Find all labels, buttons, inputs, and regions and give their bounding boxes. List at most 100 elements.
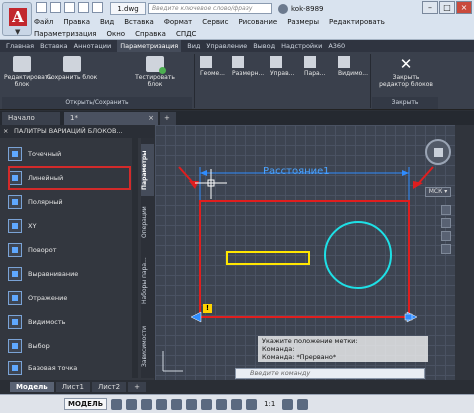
tab-insert[interactable]: Вставка — [40, 40, 68, 52]
dimensional-panel-button[interactable]: Размерн... — [232, 56, 264, 77]
palette-item-visibility[interactable]: Видимость — [8, 311, 130, 333]
tab-addins[interactable]: Надстройки — [281, 40, 322, 52]
customize-icon[interactable] — [297, 398, 309, 410]
close-icon[interactable]: × — [148, 112, 154, 124]
annotation-scale[interactable]: 1:1 — [261, 400, 278, 408]
edit-block-button[interactable]: Редактировать блок — [4, 56, 52, 88]
menu-item-help[interactable]: Справка — [135, 29, 166, 39]
orbit-icon[interactable] — [441, 231, 451, 241]
palette-item-flip[interactable]: Отражение — [8, 287, 130, 309]
geometric-panel-button[interactable]: Геоме... — [200, 56, 225, 77]
menu-item-window[interactable]: Окно — [106, 29, 125, 39]
visibility-panel-button[interactable]: Видимо... — [338, 56, 368, 77]
pan-icon[interactable] — [441, 205, 451, 215]
new-tab-button[interactable]: + — [160, 112, 176, 125]
snap-icon[interactable] — [126, 398, 138, 410]
new-icon[interactable] — [36, 2, 47, 13]
tab-home[interactable]: Главная — [6, 40, 34, 52]
user-account[interactable]: kok-8989 — [278, 2, 323, 15]
tab-start[interactable]: Начало — [2, 112, 60, 125]
vertical-scrollbar[interactable] — [455, 125, 474, 380]
cyan-circle[interactable] — [324, 221, 392, 289]
polar-icon[interactable] — [156, 398, 168, 410]
ucs-dropdown[interactable]: МСК ▾ — [425, 187, 451, 197]
palette-title: ПАЛИТРЫ ВАРИАЦИЙ БЛОКОВ... — [14, 127, 123, 135]
menu-item-format[interactable]: Формат — [164, 17, 192, 27]
menu-item-tools[interactable]: Сервис — [202, 17, 228, 27]
dimension-label[interactable]: Расстояние1 — [263, 166, 330, 177]
close-block-editor-button[interactable]: ✕ Закрыть редактор блоков — [378, 56, 434, 88]
otrack-icon[interactable] — [186, 398, 198, 410]
menu-item-view[interactable]: Вид — [100, 17, 114, 27]
tab-document[interactable]: 1* × — [64, 112, 158, 125]
yellow-slot[interactable] — [226, 251, 310, 265]
model-space-button[interactable]: МОДЕЛЬ — [64, 398, 108, 410]
grip-square[interactable] — [404, 313, 413, 321]
ribbon-tabs: Главная Вставка Аннотации Параметризация… — [0, 40, 474, 52]
close-button[interactable]: × — [456, 1, 472, 14]
palette-item-alignment[interactable]: Выравнивание — [8, 263, 130, 285]
warning-icon[interactable]: ! — [203, 304, 212, 313]
undo-icon[interactable] — [78, 2, 89, 13]
viewcube[interactable] — [425, 139, 451, 165]
tab-output[interactable]: Вывод — [253, 40, 275, 52]
showmotion-icon[interactable] — [441, 244, 451, 254]
save-block-button[interactable]: Сохранить блок — [44, 56, 100, 81]
menu-item-dimension[interactable]: Размеры — [287, 17, 319, 27]
test-block-button[interactable]: Тестировать блок — [128, 56, 182, 88]
tab-layout2[interactable]: Лист2 — [91, 382, 127, 392]
palette-scrollbar[interactable] — [132, 138, 138, 378]
menu-item-parametric[interactable]: Параметризация — [34, 29, 96, 39]
menu-item-modify[interactable]: Редактировать — [329, 17, 385, 27]
zoom-icon[interactable] — [441, 218, 451, 228]
tab-parametric[interactable]: Параметризация — [117, 40, 182, 52]
palette-item-polar[interactable]: Полярный — [8, 191, 130, 213]
palette-item-lookup[interactable]: Выбор — [8, 335, 130, 357]
save-icon[interactable] — [64, 2, 75, 13]
tab-view[interactable]: Вид — [187, 40, 200, 52]
tab-parameter-sets[interactable]: Наборы пара... — [141, 248, 154, 314]
tab-a360[interactable]: A360 — [328, 40, 345, 52]
tab-model[interactable]: Модель — [10, 382, 54, 392]
tab-actions[interactable]: Операции — [141, 200, 154, 244]
transparency-icon[interactable] — [216, 398, 228, 410]
palette-item-point[interactable]: Точечный — [8, 143, 130, 165]
annotation-arrow-right-head — [413, 181, 423, 189]
redo-icon[interactable] — [92, 2, 103, 13]
grip-left[interactable] — [190, 311, 202, 323]
workspace-icon[interactable] — [282, 398, 294, 410]
tab-parameters[interactable]: Параметры — [141, 144, 154, 196]
menu-item-edit[interactable]: Правка — [63, 17, 90, 27]
ortho-icon[interactable] — [141, 398, 153, 410]
block-rectangle[interactable] — [199, 200, 410, 318]
osnap-icon[interactable] — [171, 398, 183, 410]
annotation-icon[interactable] — [246, 398, 258, 410]
palette-item-basepoint[interactable]: Базовая точка — [8, 357, 130, 379]
manage-panel-button[interactable]: Управ... — [270, 56, 294, 77]
drawing-canvas[interactable]: Расстояние1 ! МСК ▾ Укажите положение ме… — [155, 125, 455, 380]
parameters-label: Пара... — [304, 70, 326, 77]
tab-layout1[interactable]: Лист1 — [55, 382, 90, 392]
palette-item-rotation[interactable]: Поворот — [8, 239, 130, 261]
open-icon[interactable] — [50, 2, 61, 13]
palette-item-xy[interactable]: XY — [8, 215, 130, 237]
grid-icon[interactable] — [111, 398, 123, 410]
add-layout-button[interactable]: + — [128, 382, 147, 392]
tab-manage[interactable]: Управление — [206, 40, 247, 52]
command-input[interactable]: Введите команду — [235, 368, 425, 379]
tab-annotate[interactable]: Аннотации — [74, 40, 112, 52]
close-icon[interactable]: × — [3, 125, 8, 138]
search-input[interactable]: Введите ключевое слово/фразу — [148, 3, 272, 14]
tab-constraints[interactable]: Зависимости — [141, 318, 154, 374]
menu-item-spds[interactable]: СПДС — [176, 29, 197, 39]
selection-cycling-icon[interactable] — [231, 398, 243, 410]
parameters-panel-button[interactable]: Пара... — [304, 56, 325, 77]
application-menu-button[interactable]: A ▼ — [2, 2, 32, 36]
geometric-label: Геоме... — [200, 70, 225, 77]
lineweight-icon[interactable] — [201, 398, 213, 410]
menu-item-file[interactable]: Файл — [34, 17, 53, 27]
minimize-button[interactable]: – — [422, 1, 438, 14]
maximize-button[interactable]: □ — [439, 1, 455, 14]
menu-item-draw[interactable]: Рисование — [238, 17, 277, 27]
menu-item-insert[interactable]: Вставка — [124, 17, 154, 27]
